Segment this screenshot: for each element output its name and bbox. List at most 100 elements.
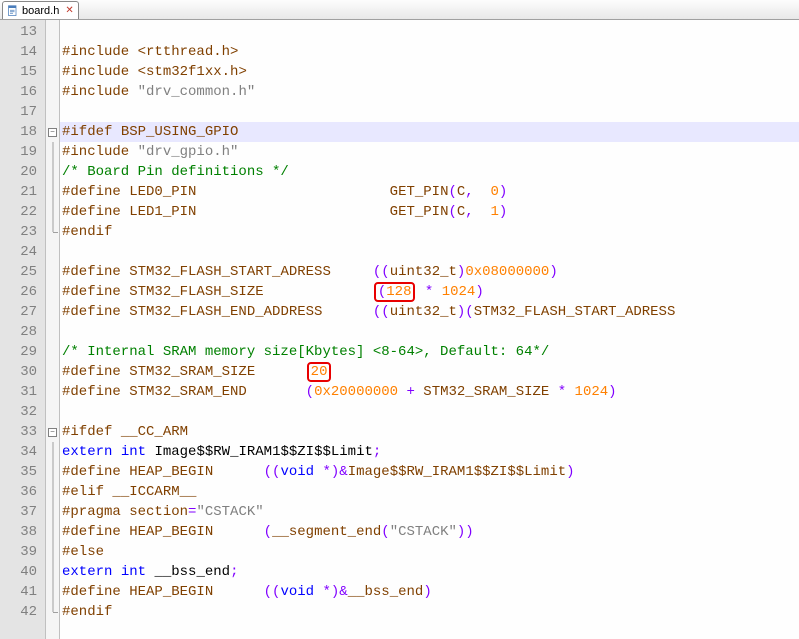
line-number: 23 [0,222,45,242]
code-line[interactable]: #include "drv_common.h" [60,82,799,102]
fold-cell [46,362,59,382]
line-number: 18 [0,122,45,142]
line-number: 29 [0,342,45,362]
code-line[interactable] [60,322,799,342]
code-line[interactable]: /* Internal SRAM memory size[Kbytes] <8-… [60,342,799,362]
line-number: 26 [0,282,45,302]
fold-column: −− [46,20,60,639]
file-icon [7,5,19,17]
line-number: 27 [0,302,45,322]
line-number: 16 [0,82,45,102]
code-line[interactable]: #define STM32_FLASH_SIZE (128 * 1024) [60,282,799,302]
fold-cell [46,342,59,362]
code-line[interactable]: #include <rtthread.h> [60,42,799,62]
fold-cell [46,82,59,102]
close-icon[interactable]: ✕ [65,5,73,16]
fold-cell [46,282,59,302]
fold-cell [46,162,59,182]
line-number: 22 [0,202,45,222]
tab-filename: board.h [22,5,59,17]
fold-cell [46,482,59,502]
code-line[interactable]: #define HEAP_BEGIN ((void *)&Image$$RW_I… [60,462,799,482]
fold-cell [46,582,59,602]
fold-cell [46,322,59,342]
line-number: 24 [0,242,45,262]
code-line[interactable] [60,242,799,262]
line-number: 33 [0,422,45,442]
code-line[interactable]: #define HEAP_BEGIN (__segment_end("CSTAC… [60,522,799,542]
code-line[interactable]: #define LED0_PIN GET_PIN(C, 0) [60,182,799,202]
code-line[interactable]: #include "drv_gpio.h" [60,142,799,162]
line-number: 32 [0,402,45,422]
code-line[interactable]: #pragma section="CSTACK" [60,502,799,522]
fold-cell [46,222,59,242]
line-number: 21 [0,182,45,202]
fold-cell [46,462,59,482]
code-line[interactable]: #endif [60,602,799,622]
line-number: 28 [0,322,45,342]
fold-cell [46,542,59,562]
fold-cell [46,302,59,322]
editor: 1314151617181920212223242526272829303132… [0,20,799,639]
fold-cell [46,42,59,62]
tab-bar: board.h ✕ [0,0,799,20]
line-number: 39 [0,542,45,562]
code-line[interactable]: #define STM32_FLASH_START_ADRESS ((uint3… [60,262,799,282]
fold-cell [46,502,59,522]
code-line[interactable]: #define STM32_FLASH_END_ADDRESS ((uint32… [60,302,799,322]
line-number: 41 [0,582,45,602]
fold-cell [46,602,59,622]
line-number: 14 [0,42,45,62]
code-area[interactable]: #include <rtthread.h>#include <stm32f1xx… [60,20,799,639]
line-number: 19 [0,142,45,162]
fold-cell [46,142,59,162]
line-number: 42 [0,602,45,622]
fold-toggle-icon[interactable]: − [48,428,57,437]
code-line[interactable]: #endif [60,222,799,242]
code-line[interactable] [60,22,799,42]
line-number: 17 [0,102,45,122]
line-number-gutter: 1314151617181920212223242526272829303132… [0,20,46,639]
code-line[interactable]: #define HEAP_BEGIN ((void *)&__bss_end) [60,582,799,602]
line-number: 37 [0,502,45,522]
code-line[interactable]: extern int Image$$RW_IRAM1$$ZI$$Limit; [60,442,799,462]
fold-cell [46,242,59,262]
fold-cell [46,22,59,42]
code-line[interactable]: #elif __ICCARM__ [60,482,799,502]
line-number: 40 [0,562,45,582]
line-number: 38 [0,522,45,542]
code-line[interactable]: #define STM32_SRAM_END (0x20000000 + STM… [60,382,799,402]
line-number: 30 [0,362,45,382]
fold-cell [46,402,59,422]
code-line[interactable]: #define STM32_SRAM_SIZE 20 [60,362,799,382]
code-line[interactable]: /* Board Pin definitions */ [60,162,799,182]
fold-toggle-icon[interactable]: − [48,128,57,137]
code-line[interactable] [60,402,799,422]
line-number: 31 [0,382,45,402]
fold-cell [46,522,59,542]
code-line[interactable]: #ifdef BSP_USING_GPIO [60,122,799,142]
line-number: 25 [0,262,45,282]
line-number: 35 [0,462,45,482]
fold-cell: − [46,422,59,442]
fold-cell [46,182,59,202]
line-number: 34 [0,442,45,462]
line-number: 20 [0,162,45,182]
fold-cell [46,202,59,222]
line-number: 15 [0,62,45,82]
fold-cell [46,262,59,282]
fold-cell [46,562,59,582]
code-line[interactable]: #include <stm32f1xx.h> [60,62,799,82]
fold-cell [46,382,59,402]
code-line[interactable] [60,102,799,122]
fold-cell [46,62,59,82]
code-line[interactable]: extern int __bss_end; [60,562,799,582]
fold-cell [46,102,59,122]
line-number: 36 [0,482,45,502]
fold-cell [46,442,59,462]
fold-cell: − [46,122,59,142]
file-tab[interactable]: board.h ✕ [2,1,79,19]
code-line[interactable]: #ifdef __CC_ARM [60,422,799,442]
code-line[interactable]: #else [60,542,799,562]
code-line[interactable]: #define LED1_PIN GET_PIN(C, 1) [60,202,799,222]
